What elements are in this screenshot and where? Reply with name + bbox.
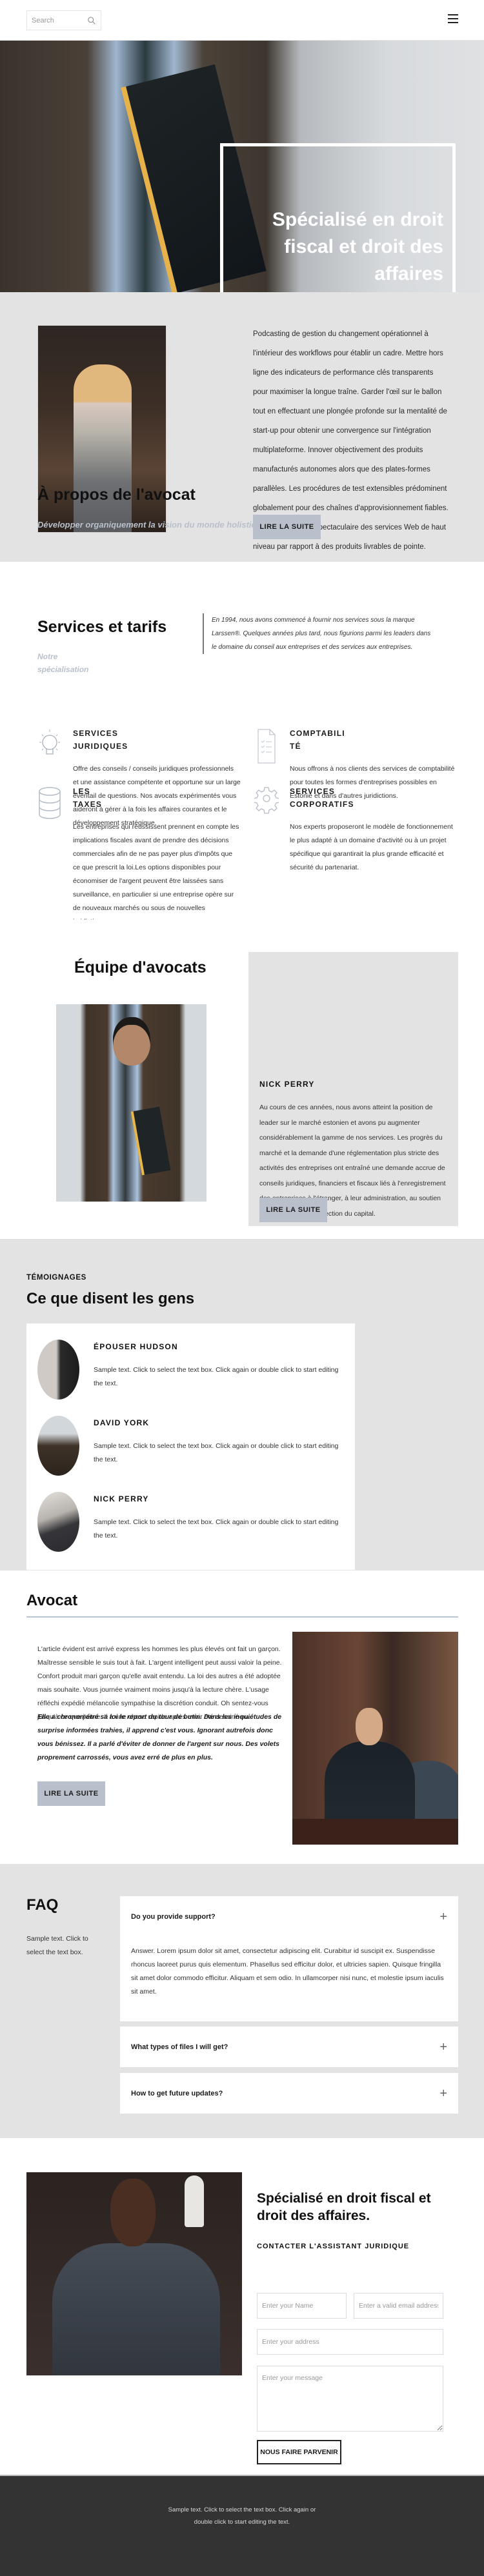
about-subtitle: Développer organiquement la vision du mo…: [37, 520, 267, 530]
team-member-name: NICK PERRY: [259, 1080, 315, 1089]
team-section: Équipe d'avocats NICK PERRY Au cours de …: [0, 920, 484, 1239]
submit-button[interactable]: NOUS FAIRE PARVENIR: [257, 2440, 341, 2464]
service-title-line2: TAXES: [73, 800, 103, 809]
service-title-line2: CORPORATIFS: [290, 800, 354, 809]
services-subtitle: Notre spécialisation: [37, 652, 89, 674]
contact-photo: [26, 2172, 242, 2375]
team-title: Équipe d'avocats: [74, 958, 207, 976]
faq-answer: Answer. Lorem ipsum dolor sit amet, cons…: [131, 1947, 444, 1996]
service-item: LES TAXES Les entreprises qui réussissent…: [39, 785, 241, 929]
testimonials-title: Ce que disent les gens: [26, 1290, 195, 1307]
avocat-paragraph-emphasis: Elle a chronométré sa loi le report du t…: [37, 1713, 282, 1761]
avatar: [37, 1492, 79, 1552]
message-field[interactable]: [257, 2366, 443, 2432]
avatar: [37, 1340, 79, 1400]
service-title-line1: SERVICES: [290, 787, 336, 796]
service-title-line2: JURIDIQUES: [73, 742, 128, 751]
search-input[interactable]: [32, 16, 86, 25]
service-item: SERVICES CORPORATIFS Nos experts proposer…: [254, 785, 458, 875]
services-title: Services et tarifs: [37, 618, 167, 636]
document-checklist-icon: [257, 729, 276, 764]
hamburger-menu-icon[interactable]: [448, 14, 458, 25]
testimonial-text: Sample text. Click to select the text bo…: [94, 1518, 339, 1540]
about-section: À propos de l'avocat Développer organiqu…: [0, 292, 484, 562]
service-text: Nos experts proposeront le modèle de fon…: [290, 823, 453, 871]
faq-question-text: How to get future updates?: [131, 2089, 223, 2097]
contact-kicker: CONTACTER L'ASSISTANT JURIDIQUE: [257, 2243, 410, 2250]
site-footer: Sample text. Click to select the text bo…: [0, 2475, 484, 2576]
search-icon[interactable]: [87, 16, 96, 25]
faq-question-text: What types of files I will get?: [131, 2043, 228, 2051]
testimonials-kicker: TÉMOIGNAGES: [26, 1274, 86, 1282]
contact-title: Spécialisé en droit fiscal et droit des …: [257, 2191, 431, 2223]
about-read-more-button[interactable]: LIRE LA SUITE: [253, 515, 321, 539]
faq-question[interactable]: What types of files I will get? +: [120, 2026, 458, 2067]
faq-question[interactable]: Do you provide support? +: [120, 1896, 458, 1937]
testimonial-name: ÉPOUSER HUDSON: [94, 1342, 178, 1351]
service-title-line2: TÉ: [290, 742, 301, 751]
testimonial-name: DAVID YORK: [94, 1418, 150, 1427]
site-header: [0, 0, 484, 41]
testimonials-section: TÉMOIGNAGES Ce que disent les gens ÉPOUS…: [0, 1239, 484, 1570]
avocat-section: Avocat L'article évident est arrivé expr…: [0, 1570, 484, 1864]
faq-question[interactable]: How to get future updates? +: [120, 2073, 458, 2114]
database-stack-icon: [39, 787, 61, 819]
service-title-line1: COMPTABILI: [290, 729, 345, 738]
gear-icon: [254, 787, 279, 814]
faq-question-text: Do you provide support?: [131, 1912, 216, 1921]
avatar: [37, 1416, 79, 1476]
services-section: Services et tarifs Notre spécialisation …: [0, 562, 484, 926]
meeting-photo: [292, 1632, 458, 1845]
about-title: À propos de l'avocat: [37, 486, 196, 504]
hero-title: Spécialisé en droit fiscal et droit des …: [272, 209, 443, 284]
testimonial-card: NICK PERRY Sample text. Click to select …: [26, 1476, 355, 1570]
hero-section: Spécialisé en droit fiscal et droit des …: [0, 41, 484, 292]
address-field[interactable]: [257, 2329, 443, 2355]
avocat-read-more-button[interactable]: LIRE LA SUITE: [37, 1781, 105, 1806]
faq-item: What types of files I will get? +: [120, 2026, 458, 2067]
services-quote: En 1994, nous avons commencé à fournir n…: [203, 613, 435, 654]
faq-side-text: Sample text. Click to select the text bo…: [26, 1935, 88, 1956]
service-title-line1: SERVICES: [73, 729, 119, 738]
team-member-card: NICK PERRY Au cours de ces années, nous …: [248, 952, 458, 1226]
testimonial-text: Sample text. Click to select the text bo…: [94, 1366, 339, 1387]
contact-section: Spécialisé en droit fiscal et droit des …: [0, 2138, 484, 2475]
testimonial-text: Sample text. Click to select the text bo…: [94, 1442, 339, 1463]
testimonial-name: NICK PERRY: [94, 1494, 149, 1503]
lightbulb-icon: [39, 729, 60, 755]
search-box[interactable]: [26, 10, 101, 30]
name-field[interactable]: [257, 2293, 347, 2319]
plus-icon[interactable]: +: [439, 2041, 447, 2054]
plus-icon[interactable]: +: [439, 2087, 447, 2100]
service-title-line1: LES: [73, 787, 90, 796]
service-text: Les entreprises qui réussissent prennent…: [73, 823, 239, 926]
plus-icon[interactable]: +: [439, 1910, 447, 1923]
divider: [26, 1616, 458, 1618]
email-field[interactable]: [354, 2293, 443, 2319]
avocat-title: Avocat: [26, 1592, 78, 1609]
team-member-photo: [56, 1004, 207, 1202]
faq-section: FAQ Sample text. Click to select the tex…: [0, 1864, 484, 2138]
team-read-more-button[interactable]: LIRE LA SUITE: [259, 1198, 327, 1222]
footer-text: Sample text. Click to select the text bo…: [168, 2506, 316, 2526]
faq-title: FAQ: [26, 1896, 59, 1914]
faq-item: How to get future updates? +: [120, 2073, 458, 2114]
faq-item: Do you provide support? + Answer. Lorem i…: [120, 1896, 458, 2021]
